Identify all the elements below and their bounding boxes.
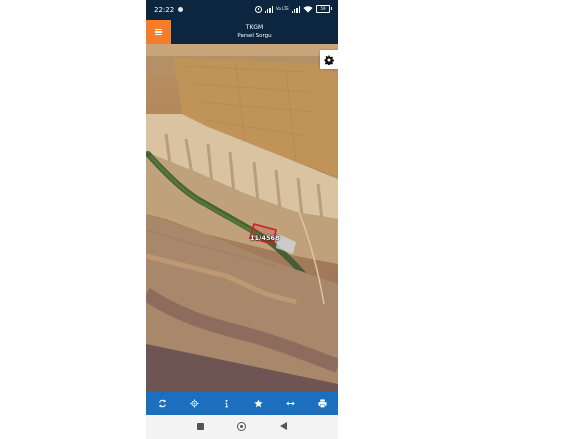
phone-screen: 22:22 Vo LTE 59 TKGM Parsel Sorgu 11/456…	[146, 0, 338, 439]
refresh-icon	[158, 399, 166, 407]
measure-button[interactable]	[279, 392, 301, 414]
menu-button[interactable]	[146, 20, 171, 44]
status-bar: 22:22 Vo LTE 59	[146, 0, 338, 20]
parcel-label[interactable]: 11/4568	[250, 234, 280, 242]
measure-icon	[285, 401, 295, 405]
battery-icon: 59	[316, 5, 332, 13]
bottom-toolbar	[146, 391, 338, 415]
android-navigation-bar	[146, 415, 338, 439]
favorite-button[interactable]	[247, 392, 269, 414]
satellite-map[interactable]: 11/4568	[146, 44, 338, 391]
home-icon[interactable]	[237, 422, 246, 431]
locate-icon	[189, 398, 199, 408]
app-header: TKGM Parsel Sorgu	[146, 20, 338, 44]
wifi-icon	[303, 6, 313, 13]
volte-label: Vo LTE	[276, 6, 289, 11]
satellite-imagery	[146, 44, 338, 391]
settings-button[interactable]	[320, 50, 338, 69]
hamburger-icon	[155, 29, 162, 35]
info-button[interactable]	[215, 392, 237, 414]
info-icon	[224, 399, 228, 407]
print-icon	[317, 398, 327, 408]
star-icon	[253, 398, 263, 407]
page-subtitle: Parsel Sorgu	[237, 33, 272, 39]
status-indicators: Vo LTE 59	[254, 5, 332, 13]
alarm-icon	[254, 5, 262, 13]
status-time: 22:22	[154, 6, 175, 14]
gear-icon	[324, 55, 334, 65]
back-icon[interactable]	[280, 422, 287, 430]
signal-icon-2	[291, 5, 300, 13]
signal-icon	[264, 5, 274, 13]
locate-button[interactable]	[183, 392, 205, 414]
recent-apps-icon[interactable]	[197, 423, 204, 430]
refresh-button[interactable]	[151, 392, 173, 414]
print-button[interactable]	[311, 392, 333, 414]
notification-dot-icon	[178, 7, 183, 12]
app-title: TKGM	[245, 24, 264, 31]
